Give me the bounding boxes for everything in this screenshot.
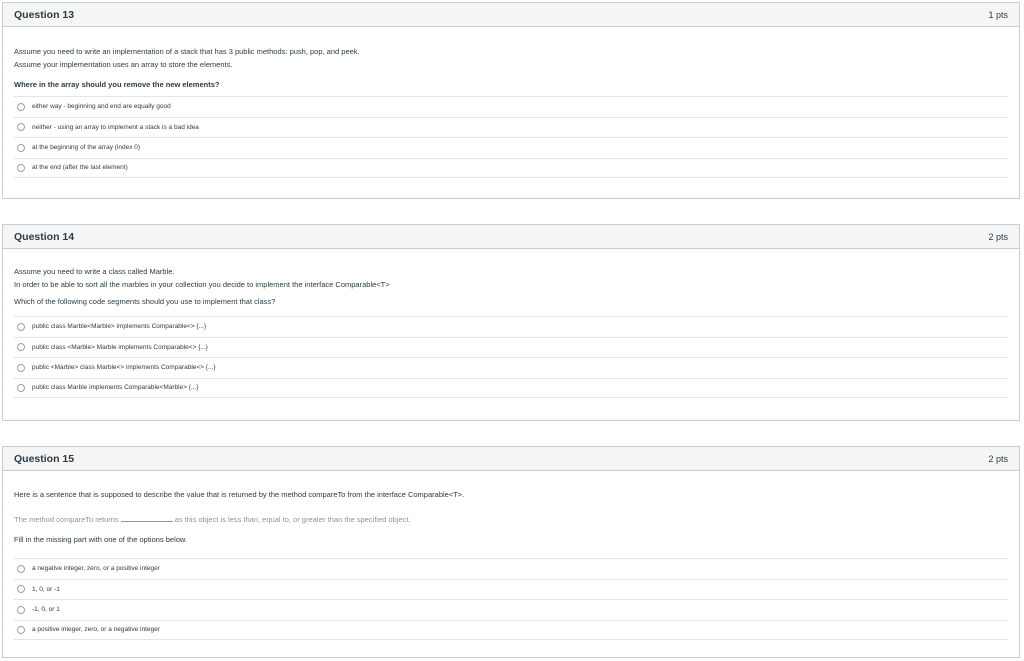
radio-button[interactable] [17, 123, 25, 132]
answer-label: neither - using an array to implement a … [32, 123, 199, 131]
answer-label: a positive integer, zero, or a negative … [32, 626, 160, 634]
question-points: 1 pts [988, 9, 1008, 20]
answer-label: public class <Marble> Marble implements … [32, 343, 208, 351]
question-header: Question 15 2 pts [3, 447, 1019, 471]
question-points: 2 pts [988, 453, 1008, 464]
radio-button[interactable] [17, 363, 25, 372]
answer-option[interactable]: at the beginning of the array (index 0) [14, 137, 1008, 158]
answer-label: 1, 0, or -1 [32, 585, 60, 593]
answer-label: -1, 0, or 1 [32, 606, 60, 614]
question-text-line: Assume you need to write a class called … [14, 267, 175, 276]
answer-option[interactable]: a positive integer, zero, or a negative … [14, 619, 1008, 640]
answer-list: either way - beginning and end are equal… [14, 96, 1008, 178]
answer-option[interactable]: either way - beginning and end are equal… [14, 96, 1008, 117]
answer-option[interactable]: neither - using an array to implement a … [14, 116, 1008, 138]
radio-button[interactable] [17, 343, 25, 352]
sentence-after: as this object is less than, equal to, o… [174, 515, 411, 524]
sentence-before: The method compareTo returns [14, 515, 119, 524]
answer-label: public <Marble> class Marble<> implement… [32, 364, 216, 372]
answer-option[interactable]: at the end (after the last element) [14, 157, 1008, 178]
answer-label: public class Marble implements Comparabl… [32, 384, 199, 392]
answer-label: at the beginning of the array (index 0) [32, 144, 141, 152]
question-text-line: Assume your implementation uses an array… [14, 60, 233, 69]
blank-line [120, 514, 173, 522]
answer-label: a negative integer, zero, or a positive … [32, 565, 160, 573]
answer-option[interactable]: 1, 0, or -1 [14, 578, 1008, 600]
fill-in-sentence: The method compareTo returns as this obje… [14, 513, 1008, 526]
answer-option[interactable]: public class <Marble> Marble implements … [14, 336, 1008, 358]
question-text-line: In order to be able to sort all the marb… [14, 280, 390, 289]
question-text-line: Assume you need to write an implementati… [14, 47, 360, 56]
question-text-line: Here is a sentence that is supposed to d… [14, 490, 465, 499]
question-prompt: Fill in the missing part with one of the… [14, 535, 188, 544]
radio-button[interactable] [17, 564, 25, 573]
question-header: Question 13 1 pts [3, 3, 1019, 27]
answer-option[interactable]: public class Marble implements Comparabl… [14, 377, 1008, 398]
question-title: Question 14 [14, 230, 75, 243]
answer-option[interactable]: public class Marble<Marble> implements C… [14, 316, 1008, 337]
question-15: Question 15 2 pts Here is a sentence tha… [2, 446, 1020, 658]
question-prompt: Which of the following code segments sho… [14, 297, 276, 306]
radio-button[interactable] [17, 605, 25, 614]
answer-label: at the end (after the last element) [32, 164, 128, 172]
question-header: Question 14 2 pts [3, 225, 1019, 249]
radio-button[interactable] [17, 163, 25, 172]
answer-option[interactable]: -1, 0, or 1 [14, 599, 1008, 620]
answer-label: either way - beginning and end are equal… [32, 103, 171, 111]
question-body: Assume you need to write a class called … [3, 249, 1019, 398]
answer-label: public class Marble<Marble> implements C… [32, 323, 207, 331]
question-14: Question 14 2 pts Assume you need to wri… [2, 224, 1020, 421]
question-body: Assume you need to write an implementati… [3, 27, 1019, 178]
radio-button[interactable] [17, 383, 25, 392]
answer-option[interactable]: public <Marble> class Marble<> implement… [14, 357, 1008, 378]
radio-button[interactable] [17, 102, 25, 111]
answer-option[interactable]: a negative integer, zero, or a positive … [14, 558, 1008, 579]
question-prompt: Where in the array should you remove the… [14, 80, 220, 89]
answer-list: public class Marble<Marble> implements C… [14, 316, 1008, 398]
question-body: Here is a sentence that is supposed to d… [3, 471, 1019, 640]
radio-button[interactable] [17, 143, 25, 152]
radio-button[interactable] [17, 585, 25, 594]
question-points: 2 pts [988, 231, 1008, 242]
radio-button[interactable] [17, 322, 25, 331]
question-title: Question 15 [14, 452, 75, 465]
radio-button[interactable] [17, 625, 25, 634]
question-13: Question 13 1 pts Assume you need to wri… [2, 2, 1020, 199]
answer-list: a negative integer, zero, or a positive … [14, 558, 1008, 640]
question-title: Question 13 [14, 8, 75, 21]
